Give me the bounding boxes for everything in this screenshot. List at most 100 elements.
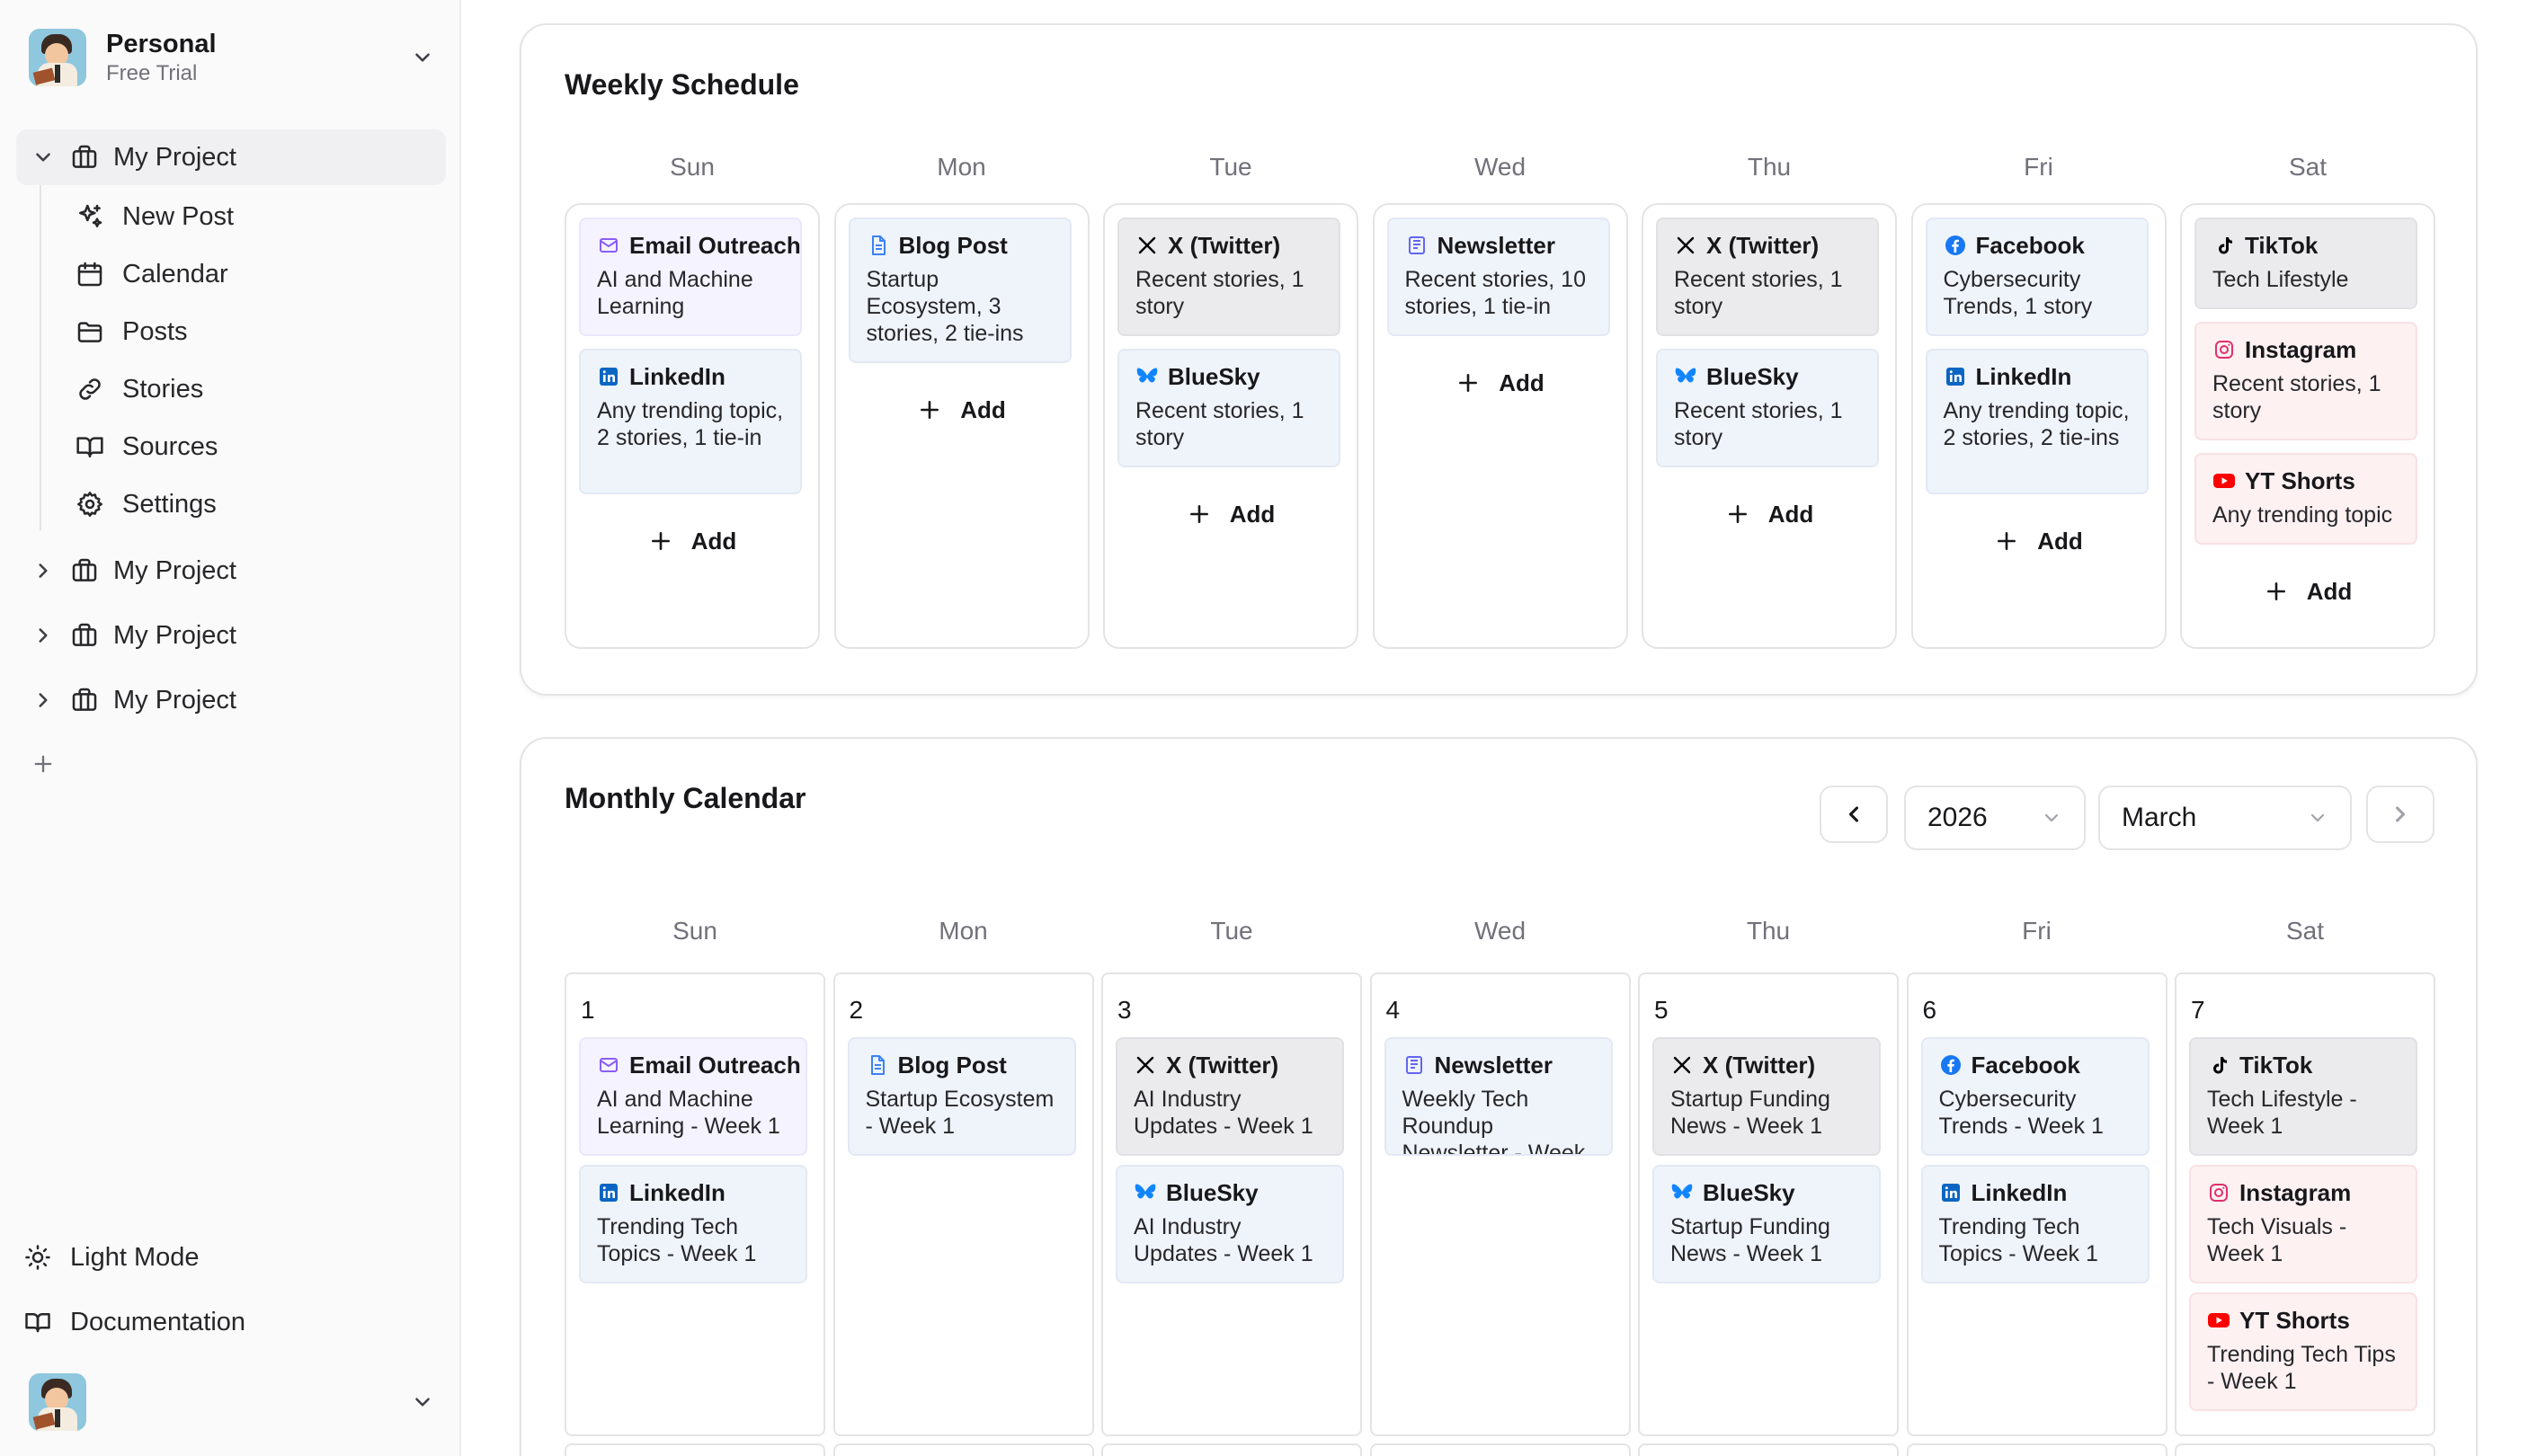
post-slot-x[interactable]: X (Twitter) Startup Funding News - Week 1 <box>1652 1037 1881 1156</box>
post-slot-yt[interactable]: YT Shorts Any trending topic <box>2194 453 2417 545</box>
platform-name: Instagram <box>2239 1178 2352 1206</box>
project-item[interactable]: My Project <box>16 543 446 599</box>
documentation-link[interactable]: Documentation <box>22 1296 444 1348</box>
user-avatar <box>29 1373 86 1431</box>
calendar-day-cell[interactable] <box>832 1443 1094 1456</box>
post-description: Trending Tech Topics - Week 1 <box>1938 1214 2098 1266</box>
post-slot-blog[interactable]: Blog Post Startup Ecosystem, 3 stories, 2… <box>848 218 1072 363</box>
add-slot-button[interactable]: Add <box>1103 496 1358 532</box>
post-slot-instagram[interactable]: Instagram Recent stories, 1 story <box>2194 322 2417 440</box>
post-slot-instagram[interactable]: Instagram Tech Visuals - Week 1 <box>2189 1165 2417 1283</box>
post-slot-x[interactable]: X (Twitter) Recent stories, 1 story <box>1117 218 1340 336</box>
post-description: Recent stories, 1 story <box>1674 398 1843 450</box>
calendar-day-cell[interactable] <box>1369 1443 1631 1456</box>
calendar-day-cell[interactable] <box>1638 1443 1899 1456</box>
calendar-day-cell[interactable] <box>2175 1443 2435 1456</box>
weekday-header: Tue <box>1209 153 1252 181</box>
chevron-left-icon <box>1848 806 1859 822</box>
nav-sources[interactable]: Sources <box>65 421 442 473</box>
post-slot-linkedin[interactable]: LinkedIn Any trending topic, 2 stories, 1… <box>579 349 802 494</box>
platform-name: Newsletter <box>1437 231 1556 259</box>
post-slot-bluesky[interactable]: BlueSky AI Industry Updates - Week 1 <box>1116 1165 1344 1283</box>
post-slot-blog[interactable]: Blog Post Startup Ecosystem - Week 1 <box>847 1037 1076 1156</box>
add-slot-button[interactable]: Add <box>565 523 820 559</box>
tiktok-icon <box>2212 234 2236 257</box>
project-label: My Project <box>113 142 236 172</box>
post-slot-bluesky[interactable]: BlueSky Startup Funding News - Week 1 <box>1652 1165 1881 1283</box>
add-slot-button[interactable]: Add <box>834 392 1090 428</box>
add-label: Add <box>1229 500 1276 528</box>
add-label: Add <box>690 527 737 555</box>
post-slot-newsletter[interactable]: Newsletter Recent stories, 10 stories, 1 … <box>1386 218 1610 336</box>
light-mode-label: Light Mode <box>70 1242 200 1272</box>
post-slot-x[interactable]: X (Twitter) AI Industry Updates - Week 1 <box>1116 1037 1344 1156</box>
add-project-button[interactable] <box>27 748 59 780</box>
add-slot-button[interactable]: Add <box>1911 523 2167 559</box>
post-description: Tech Visuals - Week 1 <box>2207 1214 2347 1266</box>
calendar-icon <box>74 258 106 290</box>
year-select[interactable]: 2026 <box>1904 786 2086 850</box>
team-switcher[interactable]: Personal Free Trial <box>29 27 435 88</box>
platform-name: TikTok <box>2245 231 2319 259</box>
post-slot-linkedin[interactable]: LinkedIn Trending Tech Topics - Week 1 <box>1920 1165 2150 1283</box>
project-item-active[interactable]: My Project <box>16 129 446 185</box>
post-slot-bluesky[interactable]: BlueSky Recent stories, 1 story <box>1117 349 1340 467</box>
x-twitter-icon <box>1135 234 1159 257</box>
next-month-button[interactable] <box>2366 786 2435 843</box>
post-slot-email[interactable]: Email Outreach AI and Machine Learning - … <box>579 1037 807 1156</box>
gear-icon <box>74 488 106 520</box>
nav-calendar[interactable]: Calendar <box>65 248 442 300</box>
post-slot-bluesky[interactable]: BlueSky Recent stories, 1 story <box>1656 349 1879 467</box>
monthly-calendar-title: Monthly Calendar <box>565 782 806 814</box>
post-slot-email[interactable]: Email Outreach AI and Machine Learning <box>579 218 802 336</box>
post-slot-linkedin[interactable]: LinkedIn Any trending topic, 2 stories, 2… <box>1925 349 2149 494</box>
project-item[interactable]: My Project <box>16 608 446 663</box>
nav-label: Settings <box>122 489 217 519</box>
post-slot-tiktok[interactable]: TikTok Tech Lifestyle - Week 1 <box>2189 1037 2417 1156</box>
calendar-day-cell[interactable] <box>1101 1443 1362 1456</box>
platform-name: BlueSky <box>1168 362 1260 390</box>
weekday-header: Tue <box>1210 917 1253 945</box>
post-slot-linkedin[interactable]: LinkedIn Trending Tech Topics - Week 1 <box>579 1165 807 1283</box>
nav-new-post[interactable]: New Post <box>65 191 442 243</box>
newspaper-icon <box>1405 234 1429 257</box>
sun-icon <box>22 1241 54 1274</box>
calendar-day-cell[interactable] <box>565 1443 825 1456</box>
post-description: Cybersecurity Trends - Week 1 <box>1938 1087 2104 1139</box>
prev-month-button[interactable] <box>1820 786 1888 843</box>
bluesky-butterfly-icon <box>1135 365 1159 388</box>
chevron-right-icon[interactable] <box>27 555 59 587</box>
platform-name: Blog Post <box>897 1051 1007 1079</box>
chevron-down-icon[interactable] <box>27 141 59 173</box>
post-slot-facebook[interactable]: Facebook Cybersecurity Trends - Week 1 <box>1920 1037 2150 1156</box>
chevron-right-icon[interactable] <box>27 684 59 716</box>
post-slot-yt[interactable]: YT Shorts Trending Tech Tips - Week 1 <box>2189 1292 2417 1411</box>
platform-name: Blog Post <box>898 231 1008 259</box>
post-slot-newsletter[interactable]: Newsletter Weekly Tech Roundup Newsletter… <box>1384 1037 1613 1156</box>
calendar-day-cell[interactable] <box>1906 1443 2167 1456</box>
project-item[interactable]: My Project <box>16 672 446 728</box>
post-slot-tiktok[interactable]: TikTok Tech Lifestyle <box>2194 218 2417 309</box>
weekday-header: Sun <box>672 917 717 945</box>
add-slot-button[interactable]: Add <box>1373 365 1628 401</box>
sidebar: Personal Free Trial My Project New Post … <box>0 0 461 1456</box>
nav-stories[interactable]: Stories <box>65 363 442 415</box>
nav-posts[interactable]: Posts <box>65 306 442 358</box>
post-description: Startup Funding News - Week 1 <box>1670 1087 1830 1139</box>
weekday-header: Sat <box>2285 917 2325 945</box>
x-twitter-icon <box>1674 234 1697 257</box>
project-label: My Project <box>113 555 236 585</box>
add-slot-button[interactable]: Add <box>1642 496 1897 532</box>
nav-settings[interactable]: Settings <box>65 478 442 530</box>
add-slot-button[interactable]: Add <box>2180 573 2435 609</box>
post-slot-x[interactable]: X (Twitter) Recent stories, 1 story <box>1656 218 1879 336</box>
post-slot-facebook[interactable]: Facebook Cybersecurity Trends, 1 story <box>1925 218 2149 336</box>
day-number: 5 <box>1654 996 1669 1024</box>
weekday-header: Wed <box>1473 153 1527 181</box>
light-mode-toggle[interactable]: Light Mode <box>22 1231 444 1283</box>
month-select[interactable]: March <box>2098 786 2352 850</box>
youtube-shorts-icon <box>2212 469 2236 493</box>
platform-name: LinkedIn <box>629 362 725 390</box>
chevron-right-icon[interactable] <box>27 619 59 652</box>
user-menu[interactable] <box>29 1372 435 1433</box>
